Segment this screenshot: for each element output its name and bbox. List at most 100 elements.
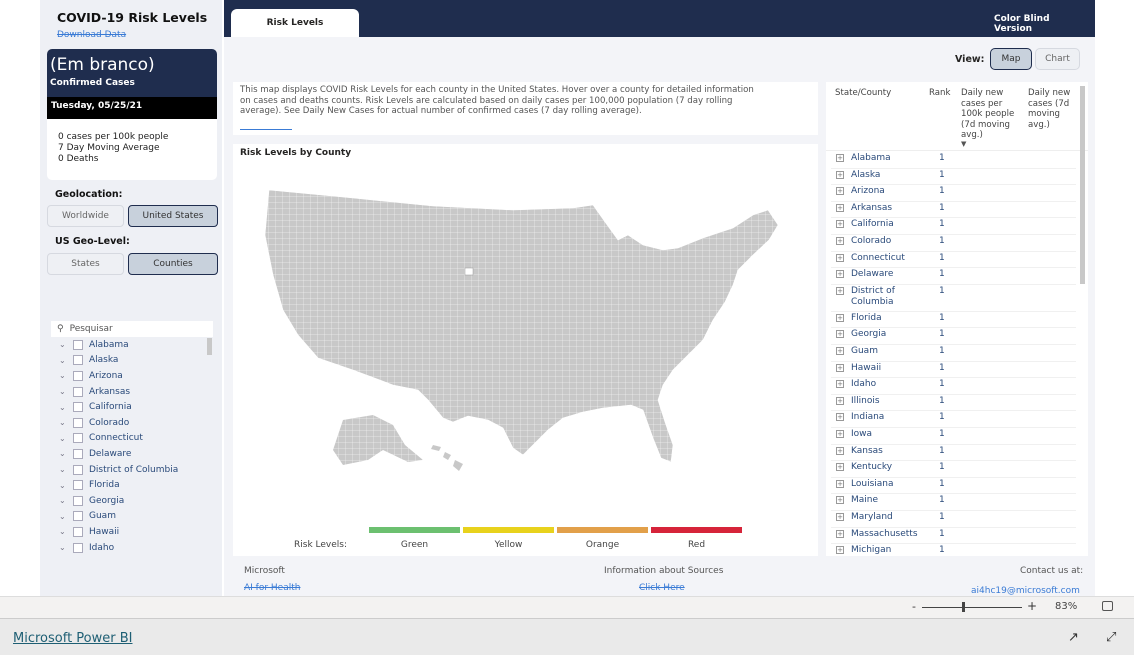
table-row[interactable]: + Hawaii 1 [831,362,1076,379]
expand-icon[interactable]: + [836,446,844,455]
slicer-item[interactable]: ⌄ District of Columbia [51,462,213,478]
col-daily-cases[interactable]: Daily new cases (7d moving avg.) [1028,88,1083,130]
no-data-county[interactable] [464,267,474,276]
chevron-down-icon[interactable]: ⌄ [59,371,67,380]
table-row[interactable]: + Maine 1 [831,494,1076,511]
worldwide-button[interactable]: Worldwide [47,205,124,227]
checkbox[interactable] [73,402,83,413]
expand-icon[interactable]: + [836,220,844,229]
map-view-button[interactable]: Map [990,48,1032,70]
table-row[interactable]: + Florida 1 [831,312,1076,329]
zoom-out-button[interactable]: - [912,600,916,613]
states-button[interactable]: States [47,253,124,275]
expand-icon[interactable]: + [836,413,844,422]
hawaii[interactable] [431,445,463,471]
slicer-item[interactable]: ⌄ California [51,399,213,415]
table-row[interactable]: + Massachusetts 1 [831,528,1076,545]
alaska[interactable] [333,415,423,465]
expand-icon[interactable]: + [836,270,844,279]
zoom-slider-thumb[interactable] [962,602,965,612]
chevron-down-icon[interactable]: ⌄ [59,449,67,458]
expand-icon[interactable]: + [836,330,844,339]
slicer-item[interactable]: ⌄ Arkansas [51,384,213,400]
expand-icon[interactable]: + [836,513,844,521]
expand-icon[interactable]: + [836,363,844,372]
table-row[interactable]: + Alabama 1 [831,152,1076,169]
slicer-item[interactable]: ⌄ Connecticut [51,431,213,447]
expand-icon[interactable]: + [836,237,844,245]
chevron-down-icon[interactable]: ⌄ [59,434,67,443]
table-row[interactable]: + Alaska 1 [831,169,1076,186]
zoom-in-button[interactable]: + [1027,599,1037,613]
checkbox[interactable] [73,542,83,553]
checkbox[interactable] [73,511,83,522]
expand-icon[interactable]: + [836,313,844,322]
expand-icon[interactable]: + [836,396,844,405]
sort-desc-icon[interactable]: ▼ [961,140,966,148]
ai-for-health-link[interactable]: AI for Health [244,583,300,593]
download-data-link[interactable]: Download Data [57,30,126,40]
table-row[interactable]: + Indiana 1 [831,411,1076,428]
chevron-down-icon[interactable]: ⌄ [59,512,67,521]
col-cases-per-100k[interactable]: Daily new cases per 100k people (7d movi… [961,88,1025,141]
slicer-item[interactable]: ⌄ Colorado [51,415,213,431]
slicer-item[interactable]: ⌄ Guam [51,509,213,525]
checkbox[interactable] [73,495,83,506]
expand-icon[interactable]: + [836,187,844,196]
slicer-search[interactable]: ⚲ Pesquisar [51,321,213,337]
slicer-item[interactable]: ⌄ Alaska [51,353,213,369]
chevron-down-icon[interactable]: ⌄ [59,543,67,552]
expand-icon[interactable]: + [836,253,844,262]
table-row[interactable]: + Michigan 1 [831,544,1076,556]
table-row[interactable]: + Maryland 1 [831,511,1076,528]
color-blind-version-link[interactable]: Color Blind Version [994,14,1087,34]
checkbox[interactable] [73,526,83,537]
slicer-item[interactable]: ⌄ Alabama [51,337,213,353]
chevron-down-icon[interactable]: ⌄ [59,465,67,474]
slicer-item[interactable]: ⌄ Idaho [51,540,213,556]
expand-icon[interactable]: + [836,496,844,505]
slicer-scrollbar[interactable] [207,338,212,355]
table-row[interactable]: + California 1 [831,218,1076,235]
table-row[interactable]: + Colorado 1 [831,235,1076,252]
table-row[interactable]: + Illinois 1 [831,395,1076,412]
united-states-button[interactable]: United States [128,205,218,227]
expand-icon[interactable]: + [836,380,844,389]
checkbox[interactable] [73,386,83,397]
expand-icon[interactable]: + [836,170,844,179]
chart-view-button[interactable]: Chart [1035,48,1080,70]
table-row[interactable]: + Iowa 1 [831,428,1076,445]
checkbox[interactable] [73,370,83,381]
table-row[interactable]: + Arizona 1 [831,185,1076,202]
chevron-down-icon[interactable]: ⌄ [59,481,67,490]
chevron-down-icon[interactable]: ⌄ [59,356,67,365]
contact-email-link[interactable]: ai4hc19@microsoft.com [971,586,1080,596]
checkbox[interactable] [73,355,83,366]
slicer-item[interactable]: ⌄ Hawaii [51,524,213,540]
click-here-link[interactable]: Click Here [639,583,685,593]
col-state-county[interactable]: State/County [835,88,891,99]
chevron-down-icon[interactable]: ⌄ [59,403,67,412]
table-row[interactable]: + Guam 1 [831,345,1076,362]
checkbox[interactable] [73,417,83,428]
expand-icon[interactable]: + [836,203,844,212]
table-row[interactable]: + Louisiana 1 [831,478,1076,495]
expand-icon[interactable]: + [836,286,844,295]
table-scrollbar[interactable] [1080,86,1085,284]
zoom-slider[interactable] [922,607,1022,608]
checkbox[interactable] [73,433,83,444]
expand-icon[interactable]: + [836,529,844,538]
chevron-down-icon[interactable]: ⌄ [59,496,67,505]
chevron-down-icon[interactable]: ⌄ [59,387,67,396]
fullscreen-icon[interactable]: ⤢ [1106,630,1116,645]
checkbox[interactable] [73,464,83,475]
checkbox[interactable] [73,448,83,459]
chevron-down-icon[interactable]: ⌄ [59,527,67,536]
chevron-down-icon[interactable]: ⌄ [59,340,67,349]
checkbox[interactable] [73,480,83,491]
expand-icon[interactable]: + [836,430,844,438]
table-row[interactable]: + Kentucky 1 [831,461,1076,478]
expand-icon[interactable]: + [836,154,844,162]
table-row[interactable]: + Kansas 1 [831,445,1076,462]
expand-icon[interactable]: + [836,479,844,488]
